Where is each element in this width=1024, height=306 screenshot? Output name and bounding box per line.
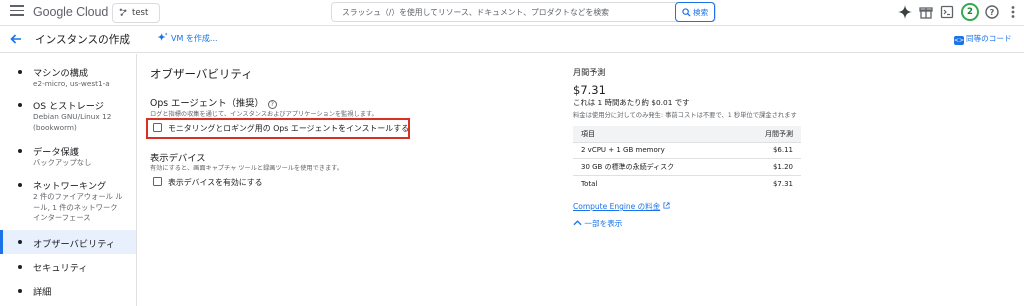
sidebar-item-label: オブザーバビリティ	[33, 239, 116, 250]
notifications-badge[interactable]: 2	[961, 3, 979, 21]
display-device-description: 有効にすると、画面キャプチャ ツールと録画ツールを使用できます。	[150, 165, 343, 172]
back-arrow-icon[interactable]	[9, 32, 23, 46]
sidebar-item-label: データ保護	[33, 147, 79, 158]
top-bar: Google Cloud test スラッシュ（/）を使用してリソース、ドキュメ…	[0, 0, 1024, 26]
bullet-icon	[18, 240, 22, 244]
bullet-icon	[18, 183, 22, 187]
pricing-link-text: Compute Engine の料金	[573, 202, 661, 211]
sidebar-item-machine-config[interactable]: マシンの構成 e2-micro, us-west1-a	[0, 65, 136, 95]
vm-create-button[interactable]: VM を作成...	[157, 32, 218, 44]
search-button[interactable]: 検索	[675, 2, 715, 22]
sidebar-item-sub: e2-micro, us-west1-a	[33, 79, 110, 88]
external-link-icon	[663, 202, 670, 209]
bullet-icon	[18, 103, 22, 107]
column-header-item: 項目	[573, 126, 736, 142]
ops-agent-checkbox-label: モニタリングとロギング用の Ops エージェントをインストールする	[168, 124, 409, 133]
terminal-icon[interactable]	[939, 4, 955, 20]
gemini-sparkle-icon[interactable]	[897, 4, 913, 20]
bullet-icon	[18, 289, 22, 293]
sparkle-icon	[157, 32, 168, 42]
page-header: インスタンスの作成 VM を作成... <> 同等のコード	[0, 27, 1024, 53]
sidebar-item-sub: バックアップなし	[33, 158, 92, 167]
pricing-link[interactable]: Compute Engine の料金	[573, 201, 670, 212]
sidebar-item-label: OS とストレージ	[33, 101, 104, 112]
show-less-toggle[interactable]: 一部を表示	[573, 218, 622, 229]
table-row: 30 GB の標準の永続ディスク $1.20	[573, 158, 801, 175]
search-bar[interactable]: スラッシュ（/）を使用してリソース、ドキュメント、プロダクトなどを検索 検索	[331, 2, 716, 22]
table-cell-item: 2 vCPU + 1 GB memory	[573, 141, 736, 159]
monthly-estimate-title: 月間予測	[573, 67, 606, 77]
table-cell-cost: $7.31	[735, 174, 801, 192]
code-icon: <>	[954, 36, 965, 45]
table-cell-item: Total	[573, 174, 736, 192]
project-icon	[119, 8, 127, 16]
sidebar-item-sub: 2 件のファイアウォール ルール, 1 件のネットワーク インターフェース	[33, 192, 123, 222]
search-input[interactable]: スラッシュ（/）を使用してリソース、ドキュメント、プロダクトなどを検索	[342, 7, 609, 18]
sidebar-item-label: ネットワーキング	[33, 181, 107, 192]
sidebar-item-label: マシンの構成	[33, 68, 89, 79]
sidebar-item-networking[interactable]: ネットワーキング 2 件のファイアウォール ルール, 1 件のネットワーク イン…	[0, 178, 136, 228]
cost-table: 項目 月間予測 2 vCPU + 1 GB memory $6.11 30 GB…	[573, 126, 801, 192]
help-icon[interactable]: ?	[984, 4, 1000, 20]
gift-icon[interactable]	[918, 4, 934, 20]
bullet-icon	[18, 149, 22, 153]
ops-agent-description: ログと指標の収集を通じて、インスタンスおよびアプリケーションを監視します。	[150, 111, 378, 118]
search-button-label: 検索	[693, 8, 709, 17]
ops-agent-title-text: Ops エージェント（推奨）	[150, 98, 264, 109]
display-device-checkbox-row[interactable]: 表示デバイスを有効にする	[153, 177, 263, 188]
monthly-price: $7.31	[573, 83, 606, 97]
sidebar-item-sub: Debian GNU/Linux 12 (bookworm)	[33, 112, 112, 132]
hourly-price: これは 1 時間あたり約 $0.01 です	[573, 98, 690, 107]
section-heading: オブザーバビリティ	[150, 67, 253, 81]
steps-sidebar: マシンの構成 e2-micro, us-west1-a OS とストレージ De…	[0, 54, 137, 306]
hamburger-menu-icon[interactable]	[10, 5, 24, 19]
billing-note: 料金は使用分に対してのみ発生: 事前コストは不要で、1 秒単位で課金されます	[573, 112, 797, 119]
display-device-checkbox[interactable]	[153, 177, 162, 186]
vm-create-label: VM を作成...	[171, 34, 218, 43]
ops-agent-checkbox[interactable]	[153, 123, 162, 132]
sidebar-item-observability[interactable]: オブザーバビリティ	[0, 230, 136, 254]
project-name: test	[132, 8, 149, 18]
more-options-icon[interactable]	[1005, 4, 1021, 20]
table-cell-cost: $6.11	[735, 141, 801, 159]
equivalent-code-button[interactable]: <> 同等のコード	[954, 33, 1012, 45]
chevron-up-icon	[573, 220, 582, 226]
ops-agent-checkbox-row[interactable]: モニタリングとロギング用の Ops エージェントをインストールする	[153, 123, 409, 134]
table-row: 2 vCPU + 1 GB memory $6.11	[573, 141, 801, 159]
bullet-icon	[18, 70, 22, 74]
table-row-total: Total $7.31	[573, 174, 801, 192]
google-cloud-logo[interactable]: Google Cloud	[33, 5, 108, 19]
sidebar-item-data-protection[interactable]: データ保護 バックアップなし	[0, 144, 136, 172]
display-device-checkbox-label: 表示デバイスを有効にする	[168, 178, 263, 187]
sidebar-item-advanced[interactable]: 詳細	[0, 284, 136, 302]
project-picker[interactable]: test	[112, 3, 160, 23]
bullet-icon	[18, 265, 22, 269]
search-icon	[682, 8, 691, 17]
ops-agent-title: Ops エージェント（推奨）?	[150, 95, 277, 109]
sidebar-item-os-storage[interactable]: OS とストレージ Debian GNU/Linux 12 (bookworm)	[0, 98, 136, 138]
svg-text:?: ?	[990, 8, 995, 17]
display-device-title: 表示デバイス	[150, 153, 206, 164]
active-indicator	[0, 230, 3, 254]
table-cell-cost: $1.20	[735, 158, 801, 175]
help-circle-icon[interactable]: ?	[267, 100, 277, 109]
column-header-monthly: 月間予測	[735, 126, 801, 142]
page-title: インスタンスの作成	[35, 34, 130, 46]
sidebar-item-label: 詳細	[33, 287, 52, 298]
table-cell-item: 30 GB の標準の永続ディスク	[573, 158, 736, 175]
sidebar-item-label: セキュリティ	[33, 263, 88, 274]
table-header-row: 項目 月間予測	[573, 126, 801, 142]
sidebar-item-security[interactable]: セキュリティ	[0, 260, 136, 278]
equivalent-code-label: 同等のコード	[966, 34, 1012, 43]
show-less-label: 一部を表示	[584, 219, 623, 228]
